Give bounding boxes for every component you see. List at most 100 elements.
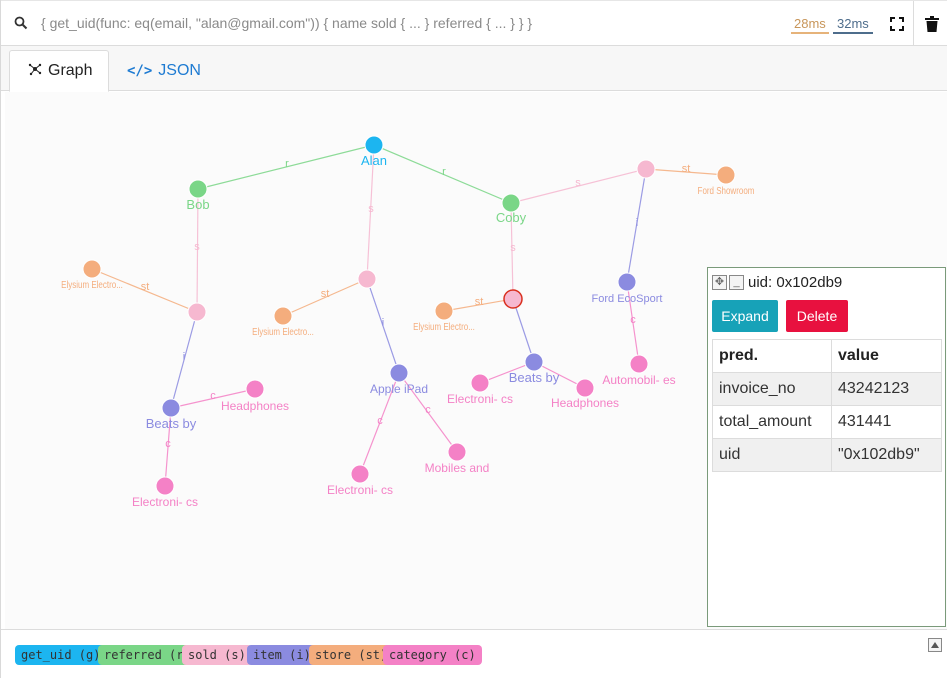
graph-node[interactable]: [364, 135, 384, 155]
graph-node[interactable]: [389, 363, 409, 383]
search-icon: [14, 16, 30, 32]
legend-sold[interactable]: sold (s): [182, 645, 252, 665]
server-latency: 28ms: [791, 16, 829, 34]
pred-cell: invoice_no: [712, 372, 832, 406]
app-window: { get_uid(func: eq(email, "alan@gmail.co…: [0, 0, 947, 678]
node-label: Bob: [186, 197, 209, 212]
graph-node[interactable]: [434, 301, 454, 321]
tab-graph-label: Graph: [48, 62, 93, 79]
trash-icon[interactable]: [923, 15, 941, 33]
legend-bar: get_uid (g) referred (r) sold (s) item (…: [1, 629, 947, 678]
graph-node[interactable]: [161, 398, 181, 418]
graph-node[interactable]: [629, 354, 649, 374]
node-label: Coby: [496, 210, 527, 225]
tab-json[interactable]: </> JSON: [123, 50, 201, 92]
graph-node[interactable]: [357, 269, 377, 289]
node-label: Beats by: [146, 416, 197, 431]
tab-json-label: JSON: [158, 62, 201, 79]
toolbar-divider: [913, 1, 914, 47]
node-label: Ford EcoSport: [592, 293, 663, 305]
node-label: Automobil- es: [602, 373, 675, 387]
edge-label: c: [165, 438, 171, 450]
node-label: Ford Showroom: [698, 185, 755, 196]
pred-header: pred.: [712, 339, 832, 373]
graph-node[interactable]: [350, 464, 370, 484]
panel-header: ✥ _ uid: 0x102db9: [712, 272, 842, 292]
graph-node[interactable]: [470, 373, 490, 393]
graph-node[interactable]: [273, 306, 293, 326]
node-label: Beats by: [509, 370, 560, 385]
edge-label: c: [630, 314, 636, 326]
edge-label: st: [141, 281, 150, 293]
edge-label: s: [194, 241, 200, 253]
graph-node[interactable]: [155, 476, 175, 496]
edge-label: s: [575, 177, 581, 189]
table-row: total_amount 431441: [712, 405, 942, 439]
value-cell: 43242123: [831, 372, 942, 406]
move-icon[interactable]: ✥: [712, 274, 727, 290]
edge-label: i: [636, 217, 638, 229]
legend-store[interactable]: store (st): [309, 645, 394, 665]
pred-cell: total_amount: [712, 405, 832, 439]
graph-node[interactable]: [636, 159, 656, 179]
graph-icon: [28, 62, 42, 81]
node-label: Electroni- cs: [132, 495, 198, 509]
graph-node[interactable]: [82, 259, 102, 279]
node-label: Alan: [361, 153, 387, 168]
total-latency: 32ms: [833, 16, 873, 34]
edge-label: st: [321, 288, 330, 300]
code-icon: </>: [127, 63, 153, 79]
query-text[interactable]: { get_uid(func: eq(email, "alan@gmail.co…: [41, 15, 532, 31]
query-bar[interactable]: { get_uid(func: eq(email, "alan@gmail.co…: [1, 0, 947, 47]
tab-graph[interactable]: Graph: [9, 50, 109, 92]
node-label: Electroni- cs: [447, 392, 513, 406]
edge-label: i: [382, 317, 384, 329]
graph-node[interactable]: [245, 379, 265, 399]
edge-label: c: [377, 415, 383, 427]
node-label: Headphones: [221, 399, 289, 413]
collapse-legend-button[interactable]: [928, 638, 942, 652]
edge-label: s: [368, 203, 374, 215]
edge-label: c: [210, 390, 216, 402]
legend-category[interactable]: category (c): [383, 645, 482, 665]
edge-label: i: [183, 351, 185, 363]
edge-label: r: [285, 158, 289, 170]
edge-label: st: [475, 296, 484, 308]
node-label: Electroni- cs: [327, 483, 393, 497]
edge-label: st: [682, 163, 691, 175]
panel-title: uid: 0x102db9: [748, 273, 843, 291]
edge-label: r: [442, 166, 446, 178]
graph-node[interactable]: [617, 272, 637, 292]
graph-node[interactable]: [524, 352, 544, 372]
graph-edge: [512, 298, 535, 363]
node-label: Mobiles and: [425, 461, 490, 475]
table-row: uid "0x102db9": [712, 438, 942, 472]
edge-label: s: [510, 242, 516, 254]
graph-node[interactable]: [188, 179, 208, 199]
delete-button[interactable]: Delete: [786, 300, 848, 332]
legend-get-uid[interactable]: get_uid (g): [15, 645, 107, 665]
properties-table: pred. value invoice_no 43242123 total_am…: [712, 339, 942, 472]
table-header-row: pred. value: [712, 339, 942, 373]
node-label: Elysium Electro...: [413, 321, 475, 332]
graph-node[interactable]: [447, 442, 467, 462]
value-header: value: [831, 339, 942, 373]
node-label: Elysium Electro...: [252, 326, 314, 337]
node-label: Apple iPad: [370, 382, 428, 396]
graph-node[interactable]: [503, 289, 523, 309]
legend-item[interactable]: item (i): [247, 645, 317, 665]
value-cell: "0x102db9": [831, 438, 942, 472]
node-label: Headphones: [551, 396, 619, 410]
value-cell: 431441: [831, 405, 942, 439]
pred-cell: uid: [712, 438, 832, 472]
minimize-icon[interactable]: _: [729, 274, 744, 290]
expand-button[interactable]: Expand: [712, 300, 778, 332]
tab-bar: Graph </> JSON: [1, 46, 947, 92]
graph-node[interactable]: [575, 378, 595, 398]
fullscreen-icon[interactable]: [888, 15, 906, 33]
table-row: invoice_no 43242123: [712, 372, 942, 406]
graph-node[interactable]: [716, 165, 736, 185]
node-label: Elysium Electro...: [61, 279, 123, 290]
graph-node[interactable]: [187, 302, 207, 322]
node-properties-panel: ✥ _ uid: 0x102db9 Expand Delete pred. va…: [707, 267, 946, 627]
